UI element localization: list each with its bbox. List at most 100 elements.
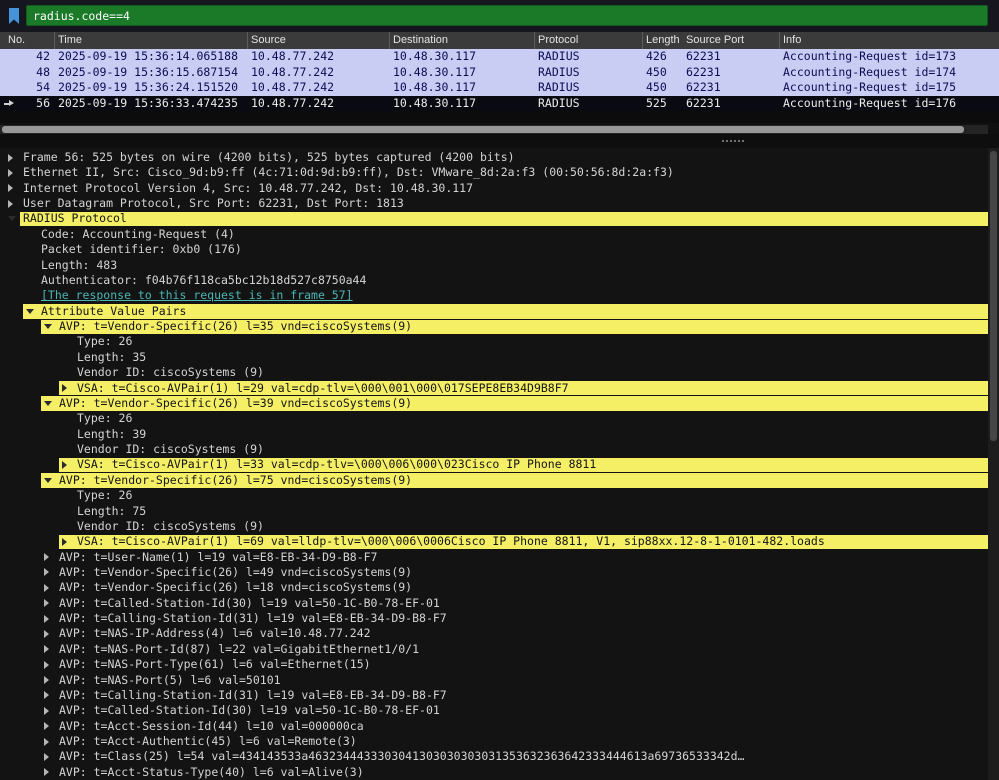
packet-list-header: No.TimeSourceDestinationProtocolLengthSo…	[0, 32, 999, 49]
pane-splitter[interactable]	[0, 134, 999, 148]
detail-tree-node[interactable]: VSA: t=Cisco-AVPair(1) l=69 val=lldp-tlv…	[0, 534, 999, 549]
detail-tree-node[interactable]: AVP: t=Class(25) l=54 val=434143533a4632…	[0, 749, 999, 764]
packet-row[interactable]: 422025-09-19 15:36:14.06518810.48.77.242…	[0, 49, 999, 65]
detail-field[interactable]: Length: 35	[0, 350, 999, 365]
detail-tree-node[interactable]: AVP: t=Acct-Session-Id(44) l=10 val=0000…	[0, 719, 999, 734]
collapse-arrow-icon[interactable]	[44, 478, 52, 483]
expand-arrow-icon[interactable]	[62, 538, 67, 546]
expand-arrow-icon[interactable]	[44, 599, 49, 607]
expand-arrow-icon[interactable]	[44, 691, 49, 699]
detail-tree-node[interactable]: AVP: t=NAS-Port(5) l=6 val=50101	[0, 673, 999, 688]
expand-arrow-icon[interactable]	[62, 384, 67, 392]
collapse-arrow-icon[interactable]	[8, 216, 16, 221]
expand-arrow-icon[interactable]	[44, 568, 49, 576]
column-header-destination[interactable]: Destination	[390, 32, 535, 49]
column-header-source-port[interactable]: Source Port	[683, 32, 780, 49]
cell-no: 56	[0, 96, 55, 112]
detail-tree-node[interactable]: AVP: t=Called-Station-Id(30) l=19 val=50…	[0, 596, 999, 611]
cell-info: Accounting-Request id=175	[780, 80, 999, 96]
detail-text: Type: 26	[77, 411, 132, 426]
detail-tree-node[interactable]: AVP: t=NAS-Port-Type(61) l=6 val=Etherne…	[0, 657, 999, 672]
column-header-protocol[interactable]: Protocol	[535, 32, 643, 49]
collapse-arrow-icon[interactable]	[44, 324, 52, 329]
horizontal-scrollbar-thumb[interactable]	[2, 126, 964, 133]
expand-arrow-icon[interactable]	[44, 768, 49, 776]
cell-length: 450	[643, 80, 683, 96]
packet-row[interactable]: 562025-09-19 15:36:33.47423510.48.77.242…	[0, 96, 999, 112]
detail-tree-node[interactable]: Attribute Value Pairs	[0, 304, 999, 319]
expand-arrow-icon[interactable]	[44, 738, 49, 746]
detail-tree-node[interactable]: AVP: t=Acct-Authentic(45) l=6 val=Remote…	[0, 734, 999, 749]
packet-row[interactable]: 482025-09-19 15:36:15.68715410.48.77.242…	[0, 65, 999, 81]
detail-tree-node[interactable]: VSA: t=Cisco-AVPair(1) l=29 val=cdp-tlv=…	[0, 381, 999, 396]
detail-tree-node[interactable]: AVP: t=Vendor-Specific(26) l=49 vnd=cisc…	[0, 565, 999, 580]
expand-arrow-icon[interactable]	[8, 169, 13, 177]
detail-field[interactable]: [The response to this request is in fram…	[0, 288, 999, 303]
detail-text: AVP: t=Called-Station-Id(30) l=19 val=50…	[59, 596, 440, 611]
column-header-time[interactable]: Time	[55, 32, 248, 49]
expand-arrow-icon[interactable]	[44, 722, 49, 730]
detail-tree-node[interactable]: User Datagram Protocol, Src Port: 62231,…	[0, 196, 999, 211]
detail-field[interactable]: Vendor ID: ciscoSystems (9)	[0, 442, 999, 457]
collapse-arrow-icon[interactable]	[26, 309, 34, 314]
column-header-source[interactable]: Source	[248, 32, 390, 49]
cell-source-port: 62231	[683, 80, 780, 96]
detail-field[interactable]: Length: 483	[0, 258, 999, 273]
detail-tree-node[interactable]: AVP: t=Acct-Status-Type(40) l=6 val=Aliv…	[0, 765, 999, 780]
detail-tree-node[interactable]: AVP: t=Vendor-Specific(26) l=18 vnd=cisc…	[0, 580, 999, 595]
detail-tree-node[interactable]: AVP: t=Vendor-Specific(26) l=35 vnd=cisc…	[0, 319, 999, 334]
cell-destination: 10.48.30.117	[390, 65, 535, 81]
detail-field[interactable]: Packet identifier: 0xb0 (176)	[0, 242, 999, 257]
expand-arrow-icon[interactable]	[44, 645, 49, 653]
detail-field[interactable]: Code: Accounting-Request (4)	[0, 227, 999, 242]
detail-field[interactable]: Type: 26	[0, 334, 999, 349]
detail-field[interactable]: Type: 26	[0, 488, 999, 503]
expand-arrow-icon[interactable]	[8, 154, 13, 162]
expand-arrow-icon[interactable]	[62, 461, 67, 469]
vertical-scrollbar[interactable]	[988, 148, 999, 780]
detail-tree-node[interactable]: Frame 56: 525 bytes on wire (4200 bits),…	[0, 150, 999, 165]
bookmark-icon[interactable]	[6, 7, 22, 25]
detail-field[interactable]: Vendor ID: ciscoSystems (9)	[0, 519, 999, 534]
expand-arrow-icon[interactable]	[44, 753, 49, 761]
detail-tree-node[interactable]: Ethernet II, Src: Cisco_9d:b9:ff (4c:71:…	[0, 165, 999, 180]
cell-no: 42	[0, 49, 55, 65]
detail-tree-node[interactable]: AVP: t=User-Name(1) l=19 val=E8-EB-34-D9…	[0, 550, 999, 565]
detail-tree-node[interactable]: AVP: t=Called-Station-Id(30) l=19 val=50…	[0, 703, 999, 718]
detail-tree-node[interactable]: AVP: t=Calling-Station-Id(31) l=19 val=E…	[0, 688, 999, 703]
expand-arrow-icon[interactable]	[44, 615, 49, 623]
detail-tree-node[interactable]: AVP: t=NAS-IP-Address(4) l=6 val=10.48.7…	[0, 626, 999, 641]
field-highlight	[20, 212, 988, 226]
detail-tree-node[interactable]: AVP: t=Vendor-Specific(26) l=39 vnd=cisc…	[0, 396, 999, 411]
detail-field[interactable]: Vendor ID: ciscoSystems (9)	[0, 365, 999, 380]
detail-tree-node[interactable]: AVP: t=Calling-Station-Id(31) l=19 val=E…	[0, 611, 999, 626]
expand-arrow-icon[interactable]	[44, 584, 49, 592]
detail-tree-node[interactable]: Internet Protocol Version 4, Src: 10.48.…	[0, 181, 999, 196]
detail-tree-node[interactable]: RADIUS Protocol	[0, 211, 999, 226]
column-header-no[interactable]: No.	[0, 32, 55, 49]
display-filter-input[interactable]	[26, 5, 988, 26]
detail-field[interactable]: Authenticator: f04b76f118ca5bc12b18d527c…	[0, 273, 999, 288]
horizontal-scrollbar[interactable]	[0, 125, 988, 134]
collapse-arrow-icon[interactable]	[44, 401, 52, 406]
expand-arrow-icon[interactable]	[8, 184, 13, 192]
expand-arrow-icon[interactable]	[44, 630, 49, 638]
column-header-length[interactable]: Length	[643, 32, 683, 49]
expand-arrow-icon[interactable]	[44, 707, 49, 715]
detail-tree-node[interactable]: AVP: t=Vendor-Specific(26) l=75 vnd=cisc…	[0, 473, 999, 488]
vertical-scrollbar-thumb[interactable]	[990, 151, 997, 441]
expand-arrow-icon[interactable]	[8, 200, 13, 208]
expand-arrow-icon[interactable]	[44, 676, 49, 684]
expand-arrow-icon[interactable]	[44, 553, 49, 561]
detail-field[interactable]: Type: 26	[0, 411, 999, 426]
detail-field[interactable]: Length: 39	[0, 427, 999, 442]
detail-tree-node[interactable]: AVP: t=NAS-Port-Id(87) l=22 val=GigabitE…	[0, 642, 999, 657]
expand-arrow-icon[interactable]	[44, 661, 49, 669]
detail-tree-node[interactable]: VSA: t=Cisco-AVPair(1) l=33 val=cdp-tlv=…	[0, 457, 999, 472]
cell-source: 10.48.77.242	[248, 65, 390, 81]
cell-protocol: RADIUS	[535, 49, 643, 65]
packet-row[interactable]: 542025-09-19 15:36:24.15152010.48.77.242…	[0, 80, 999, 96]
column-header-info[interactable]: Info	[780, 32, 999, 49]
detail-field[interactable]: Length: 75	[0, 504, 999, 519]
cell-destination: 10.48.30.117	[390, 80, 535, 96]
